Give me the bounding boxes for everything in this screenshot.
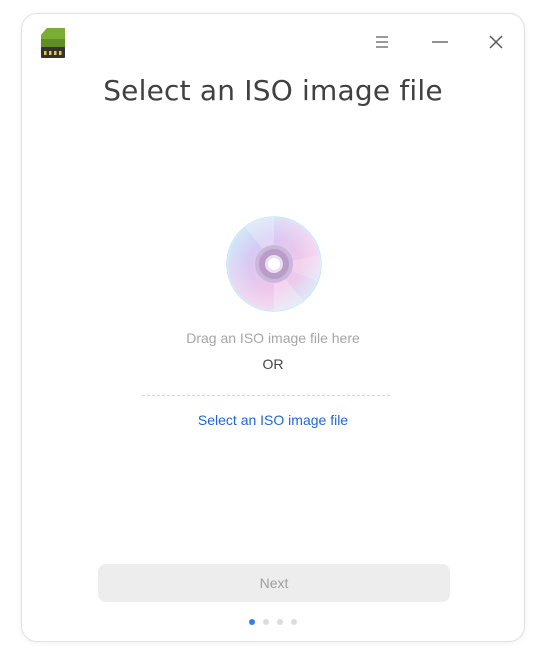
or-separator: OR bbox=[262, 356, 284, 372]
next-button[interactable]: Next bbox=[98, 564, 450, 602]
page-title: Select an ISO image file bbox=[103, 74, 443, 107]
titlebar bbox=[22, 14, 524, 72]
minimize-button[interactable] bbox=[426, 30, 454, 58]
close-icon bbox=[488, 34, 504, 55]
minimize-icon bbox=[431, 35, 449, 54]
page-dot-2 bbox=[263, 619, 269, 625]
drag-hint: Drag an ISO image file here bbox=[186, 330, 360, 346]
select-iso-link[interactable]: Select an ISO image file bbox=[22, 412, 524, 428]
page-dot-1 bbox=[249, 619, 255, 625]
page-indicator bbox=[22, 619, 524, 625]
page-dot-3 bbox=[277, 619, 283, 625]
disc-icon bbox=[225, 215, 323, 313]
menu-icon bbox=[374, 35, 390, 54]
sd-card-icon bbox=[40, 27, 66, 59]
close-button[interactable] bbox=[482, 30, 510, 58]
menu-button[interactable] bbox=[368, 30, 396, 58]
dashed-divider bbox=[142, 395, 390, 396]
page-dot-4 bbox=[291, 619, 297, 625]
main-window: Select an ISO image file Drag an ISO ima… bbox=[21, 13, 525, 642]
